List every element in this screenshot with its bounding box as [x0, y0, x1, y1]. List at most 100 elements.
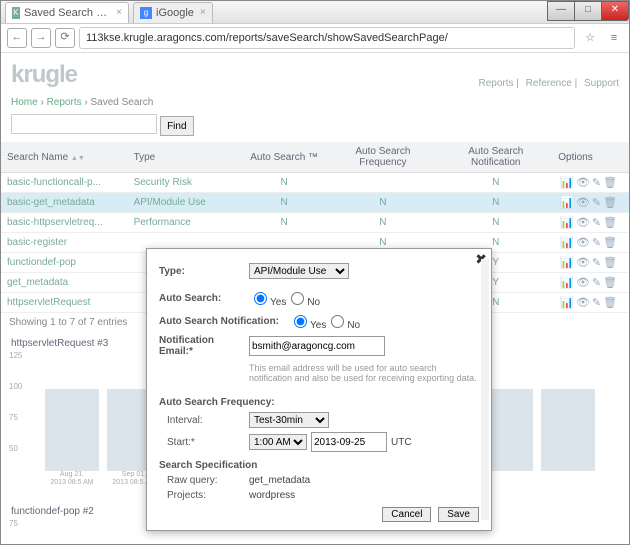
radio-label: No: [307, 297, 320, 308]
browser-tab[interactable]: g iGoogle ×: [133, 2, 213, 23]
option-icon-3[interactable]: 🗑: [603, 257, 617, 269]
col-frequency[interactable]: Auto Search Frequency: [327, 142, 440, 173]
option-icon-2[interactable]: ✎: [592, 217, 601, 229]
x-tick: Aug 21.2013 08:5 AM: [41, 471, 103, 486]
sort-icon[interactable]: ▲▼: [71, 155, 85, 162]
favicon-google: g: [140, 7, 152, 19]
auto-search-yes[interactable]: Yes: [249, 289, 286, 308]
minimize-button[interactable]: —: [547, 1, 575, 21]
crumb-home[interactable]: Home: [11, 97, 38, 108]
cell-auto: N: [242, 213, 327, 233]
option-icon-0[interactable]: 📊: [560, 197, 574, 209]
page-content: krugle Reports | Reference | Support Hom…: [1, 53, 629, 544]
radio-label: Yes: [270, 297, 286, 308]
projects-label: Projects:: [159, 490, 249, 501]
browser-tab-active[interactable]: K Saved Search - Krugle Ent ×: [5, 2, 129, 23]
option-icon-0[interactable]: 📊: [560, 217, 574, 229]
option-icon-3[interactable]: 🗑: [603, 217, 617, 229]
option-icon-0[interactable]: 📊: [560, 257, 574, 269]
cell-options: 📊👁✎🗑: [552, 273, 629, 293]
link-support[interactable]: Support: [584, 78, 619, 89]
radio-no[interactable]: [331, 315, 344, 328]
option-icon-2[interactable]: ✎: [592, 197, 601, 209]
interval-select[interactable]: Test-30min: [249, 412, 329, 428]
dialog-scrollbar[interactable]: [481, 259, 489, 520]
navbar: ← → ⟳ 113kse.krugle.aragoncs.com/reports…: [1, 24, 629, 53]
option-icon-0[interactable]: 📊: [560, 237, 574, 249]
option-icon-1[interactable]: 👁: [576, 237, 590, 249]
browser-window: K Saved Search - Krugle Ent × g iGoogle …: [0, 0, 630, 545]
table-row[interactable]: basic-get_metadataAPI/Module UseNNN📊👁✎🗑: [1, 193, 629, 213]
interval-label: Interval:: [159, 415, 249, 426]
cell-options: 📊👁✎🗑: [552, 293, 629, 313]
start-time-select[interactable]: 1:00 AM: [249, 434, 307, 450]
col-auto-search[interactable]: Auto Search ™: [242, 142, 327, 173]
address-bar[interactable]: 113kse.krugle.aragoncs.com/reports/saveS…: [79, 27, 575, 49]
y-axis: 75: [9, 519, 18, 541]
cell-auto: N: [242, 193, 327, 213]
find-button[interactable]: Find: [160, 116, 193, 136]
option-icon-3[interactable]: 🗑: [603, 297, 617, 309]
option-icon-2[interactable]: ✎: [592, 177, 601, 189]
start-date-input[interactable]: [311, 432, 387, 452]
crumb-current: Saved Search: [90, 97, 153, 108]
y-tick: 125: [9, 351, 22, 360]
option-icon-0[interactable]: 📊: [560, 297, 574, 309]
option-icon-3[interactable]: 🗑: [603, 237, 617, 249]
cell-options: 📊👁✎🗑: [552, 213, 629, 233]
option-icon-1[interactable]: 👁: [576, 257, 590, 269]
close-tab-icon[interactable]: ×: [116, 7, 122, 18]
table-row[interactable]: basic-functioncall-p...Security RiskNN📊👁…: [1, 173, 629, 193]
titlebar: K Saved Search - Krugle Ent × g iGoogle …: [1, 1, 629, 24]
col-type[interactable]: Type: [128, 142, 242, 173]
radio-yes[interactable]: [294, 315, 307, 328]
option-icon-2[interactable]: ✎: [592, 257, 601, 269]
cell-name: httpservletRequest: [1, 293, 128, 313]
radio-yes[interactable]: [254, 292, 267, 305]
edit-saved-search-dialog: ✖ Type: API/Module Use Auto Search: Yes …: [146, 248, 492, 531]
option-icon-0[interactable]: 📊: [560, 177, 574, 189]
email-input[interactable]: [249, 336, 385, 356]
option-icon-0[interactable]: 📊: [560, 277, 574, 289]
option-icon-2[interactable]: ✎: [592, 277, 601, 289]
close-window-button[interactable]: ✕: [601, 1, 629, 21]
table-row[interactable]: basic-httpservletreq...PerformanceNNN📊👁✎…: [1, 213, 629, 233]
find-input[interactable]: [11, 114, 157, 134]
frequency-section-label: Auto Search Frequency:: [159, 397, 479, 408]
email-label: Notification Email:*: [159, 335, 249, 357]
y-tick: 100: [9, 382, 22, 391]
option-icon-3[interactable]: 🗑: [603, 277, 617, 289]
cancel-button[interactable]: Cancel: [382, 507, 431, 522]
cell-name: basic-get_metadata: [1, 193, 128, 213]
option-icon-1[interactable]: 👁: [576, 277, 590, 289]
maximize-button[interactable]: □: [574, 1, 602, 21]
option-icon-2[interactable]: ✎: [592, 237, 601, 249]
option-icon-1[interactable]: 👁: [576, 197, 590, 209]
save-button[interactable]: Save: [438, 507, 479, 522]
close-tab-icon[interactable]: ×: [200, 7, 206, 18]
auto-search-label: Auto Search:: [159, 293, 249, 304]
radio-no[interactable]: [291, 292, 304, 305]
col-search-name[interactable]: Search Name ▲▼: [1, 142, 128, 173]
notif-yes[interactable]: Yes: [289, 312, 326, 331]
option-icon-1[interactable]: 👁: [576, 297, 590, 309]
option-icon-1[interactable]: 👁: [576, 217, 590, 229]
auto-search-no[interactable]: No: [286, 289, 320, 308]
option-icon-3[interactable]: 🗑: [603, 197, 617, 209]
menu-icon[interactable]: ≡: [605, 29, 623, 47]
reload-button[interactable]: ⟳: [55, 28, 75, 48]
option-icon-1[interactable]: 👁: [576, 177, 590, 189]
raw-query-label: Raw query:: [159, 475, 249, 486]
crumb-reports[interactable]: Reports: [47, 97, 82, 108]
notif-no[interactable]: No: [326, 312, 360, 331]
tab-title: Saved Search - Krugle Ent: [24, 7, 110, 19]
back-button[interactable]: ←: [7, 28, 27, 48]
type-select[interactable]: API/Module Use: [249, 263, 349, 279]
option-icon-2[interactable]: ✎: [592, 297, 601, 309]
link-reports[interactable]: Reports: [479, 78, 514, 89]
col-notification[interactable]: Auto Search Notification: [439, 142, 552, 173]
forward-button[interactable]: →: [31, 28, 51, 48]
bookmark-star-icon[interactable]: ☆: [581, 29, 599, 47]
option-icon-3[interactable]: 🗑: [603, 177, 617, 189]
link-reference[interactable]: Reference: [526, 78, 572, 89]
